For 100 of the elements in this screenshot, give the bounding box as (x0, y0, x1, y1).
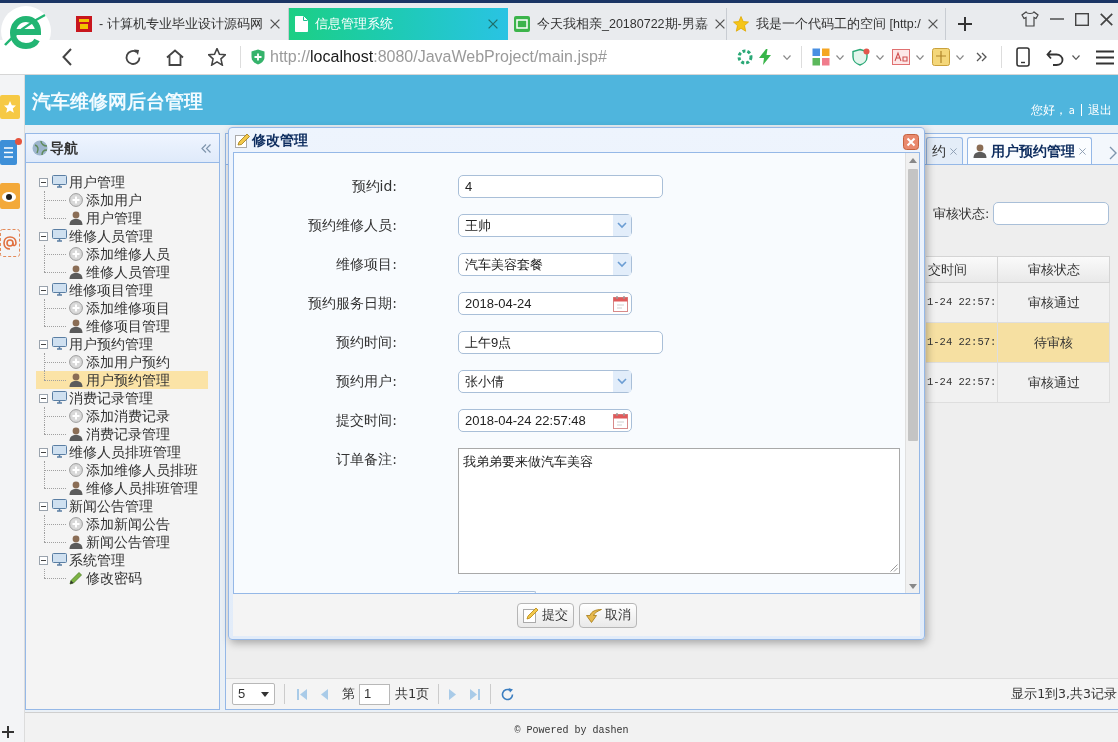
page-input[interactable]: 1 (359, 683, 390, 705)
select-field[interactable]: 张小倩 (458, 370, 632, 393)
table-row[interactable]: 1-24 22:57: 待审核 (926, 323, 1110, 363)
close-icon[interactable] (269, 19, 280, 29)
eye-icon[interactable] (0, 183, 20, 209)
double-chevron-icon[interactable] (976, 52, 987, 62)
at-sign-icon[interactable] (0, 229, 20, 257)
menu-icon[interactable] (1096, 49, 1114, 65)
text-field[interactable]: 上午9点 (458, 331, 663, 354)
calendar-icon[interactable] (613, 412, 628, 429)
maximize-icon[interactable] (1075, 12, 1089, 26)
collapse-toggle-icon[interactable] (39, 393, 48, 403)
tree-item[interactable]: 添加维修项目 (36, 299, 208, 317)
star-icon[interactable] (208, 48, 226, 66)
caret-icon[interactable] (916, 54, 924, 60)
plus-icon[interactable] (958, 16, 972, 31)
close-icon[interactable] (903, 134, 919, 150)
tree-item[interactable]: 维修人员管理 (52, 225, 153, 247)
caret-icon[interactable] (836, 54, 844, 60)
textarea-field[interactable]: 我弟弟要来做汽车美容 (458, 448, 900, 574)
tree-item[interactable]: 用户预约管理 (52, 333, 153, 355)
person-icon (973, 144, 987, 158)
select-field[interactable]: 汽车美容套餐 (458, 253, 632, 276)
page-tab[interactable]: 用户预约管理 (967, 137, 1092, 164)
nav-title: 导航 (50, 138, 78, 158)
tree-item[interactable]: 添加新闻公告 (36, 515, 208, 533)
tree-item[interactable]: 维修人员排班管理 (52, 441, 181, 463)
scroll-up-icon[interactable] (908, 158, 917, 163)
submit-button[interactable]: 提交 (516, 602, 574, 628)
tree-item[interactable]: 新闻公告管理 (36, 533, 208, 551)
date-field[interactable]: 2018-04-24 (458, 292, 632, 315)
tree-item[interactable]: 维修人员管理 (36, 263, 208, 281)
copyright-text: © Powered by dashen (514, 724, 629, 738)
list-icon[interactable] (0, 138, 22, 165)
cancel-button[interactable]: 取消 (578, 602, 637, 628)
plus-circle-icon (69, 355, 83, 369)
caret-icon[interactable] (876, 54, 884, 60)
tree-item[interactable]: 维修项目管理 (52, 279, 153, 301)
chevron-right-icon[interactable] (1109, 146, 1118, 160)
monitor-icon (52, 283, 67, 297)
collapse-toggle-icon[interactable] (39, 177, 48, 187)
search-label: 审核状态: (933, 204, 990, 223)
close-icon[interactable] (1100, 12, 1113, 26)
collapse-toggle-icon[interactable] (39, 339, 48, 349)
translate-icon[interactable] (892, 49, 910, 65)
collapse-toggle-icon[interactable] (39, 231, 48, 241)
shirt-icon[interactable] (1021, 11, 1039, 27)
grid-icon[interactable] (812, 48, 830, 66)
page-total: 共1页 (395, 685, 430, 704)
tree-item[interactable]: 维修项目管理 (36, 317, 208, 335)
home-icon[interactable] (166, 48, 184, 66)
user-name: a (1068, 103, 1075, 118)
page-tab[interactable]: 约 (926, 137, 963, 164)
search-field[interactable] (993, 202, 1110, 225)
collapse-toggle-icon[interactable] (39, 285, 48, 295)
caret-icon[interactable] (1072, 54, 1080, 60)
text-field[interactable]: 4 (458, 175, 663, 198)
tree-item[interactable]: 系统管理 (52, 549, 125, 571)
date-field[interactable]: 2018-04-24 22:57:48 (458, 409, 632, 432)
person-icon (69, 319, 83, 333)
tree-item[interactable]: 修改密码 (36, 569, 208, 587)
shield-icon[interactable] (852, 48, 870, 66)
aperture-icon[interactable] (737, 49, 753, 65)
caret-icon[interactable] (956, 54, 964, 60)
tablet-icon[interactable] (1016, 47, 1030, 67)
scroll-down-icon[interactable] (908, 584, 917, 589)
plus-icon[interactable] (2, 726, 14, 738)
tree-item[interactable]: 添加用户 (36, 191, 208, 209)
scrollbar-thumb[interactable] (907, 169, 918, 441)
collapse-toggle-icon[interactable] (39, 555, 48, 565)
tree-item[interactable]: 用户管理 (36, 209, 208, 227)
document-icon (295, 16, 308, 32)
table-row[interactable]: 1-24 22:57: 审核通过 (926, 283, 1110, 323)
lightning-icon[interactable] (759, 49, 771, 65)
tree-item[interactable]: 新闻公告管理 (52, 495, 153, 517)
caret-icon[interactable] (783, 54, 791, 60)
collapse-icon[interactable] (201, 143, 211, 153)
tree-item[interactable]: 添加消费记录 (36, 407, 208, 425)
tree-item[interactable]: 消费记录管理 (52, 387, 153, 409)
back-icon[interactable] (62, 48, 72, 66)
undo-icon[interactable] (1046, 48, 1064, 66)
pencil-icon (522, 607, 539, 623)
caret-down-icon[interactable] (261, 691, 269, 697)
tree-item[interactable]: 用户预约管理 (36, 371, 208, 389)
tree-item[interactable]: 添加维修人员 (36, 245, 208, 263)
table-row[interactable]: 1-24 22:57: 审核通过 (926, 363, 1110, 403)
collapse-toggle-icon[interactable] (39, 501, 48, 511)
collapse-toggle-icon[interactable] (39, 447, 48, 457)
page-size-select[interactable]: 5 (232, 683, 275, 705)
close-icon[interactable] (714, 19, 725, 29)
reload-icon[interactable] (124, 48, 142, 66)
tree-item[interactable]: 维修人员排班管理 (36, 479, 208, 497)
tree-item[interactable]: 添加维修人员排班 (36, 461, 208, 479)
tree-item[interactable]: 用户管理 (52, 171, 125, 193)
close-icon[interactable] (927, 19, 938, 29)
calendar-icon[interactable] (613, 295, 628, 312)
refresh-icon[interactable] (501, 687, 515, 701)
tree-item[interactable]: 消费记录管理 (36, 425, 208, 443)
select-field[interactable]: 王帅 (458, 214, 632, 237)
address-field[interactable]: http://localhost:8080/JavaWebProject/main.jsp# (251, 43, 731, 71)
